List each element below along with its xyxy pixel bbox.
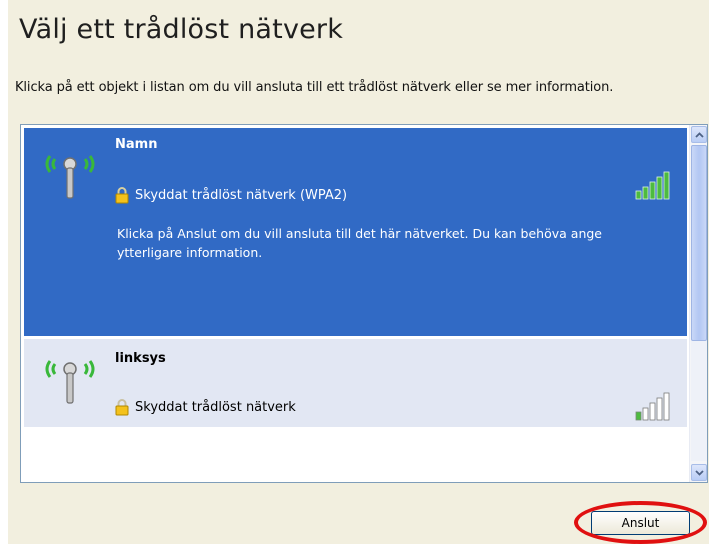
wireless-antenna-icon (45, 360, 95, 404)
scroll-up-button[interactable] (691, 126, 707, 143)
wireless-dialog-panel: Välj ett trådlöst nätverk Klicka på ett … (8, 0, 709, 544)
network-name: linksys (115, 351, 166, 366)
lock-icon (115, 187, 129, 204)
security-row: Skyddat trådlöst nätverk (115, 398, 296, 416)
wireless-antenna-icon (45, 155, 95, 199)
instruction-text: Klicka på ett objekt i listan om du vill… (15, 80, 614, 95)
security-label: Skyddat trådlöst nätverk (WPA2) (135, 187, 348, 203)
network-list[interactable]: Namn Skyddat trådlöst nätverk (WPA2) Kli… (20, 124, 708, 483)
page-title: Välj ett trådlöst nätverk (19, 14, 344, 45)
connect-button[interactable]: Anslut (591, 511, 690, 535)
left-edge (0, 0, 8, 544)
network-description: Klicka på Anslut om du vill ansluta till… (117, 226, 602, 260)
network-item-selected[interactable]: Namn Skyddat trådlöst nätverk (WPA2) Kli… (24, 128, 687, 336)
scroll-thumb[interactable] (691, 145, 707, 341)
scrollbar[interactable] (689, 125, 707, 482)
lock-icon (115, 399, 129, 416)
signal-strength-icon (635, 392, 670, 421)
network-item[interactable]: linksys Skyddat trådlöst nätverk (24, 339, 687, 427)
scroll-down-button[interactable] (691, 464, 707, 481)
chevron-up-icon (694, 131, 704, 138)
security-row: Skyddat trådlöst nätverk (WPA2) (115, 186, 347, 204)
network-name: Namn (115, 137, 158, 152)
chevron-down-icon (694, 469, 704, 476)
security-label: Skyddat trådlöst nätverk (135, 399, 296, 415)
signal-strength-icon (635, 171, 670, 200)
